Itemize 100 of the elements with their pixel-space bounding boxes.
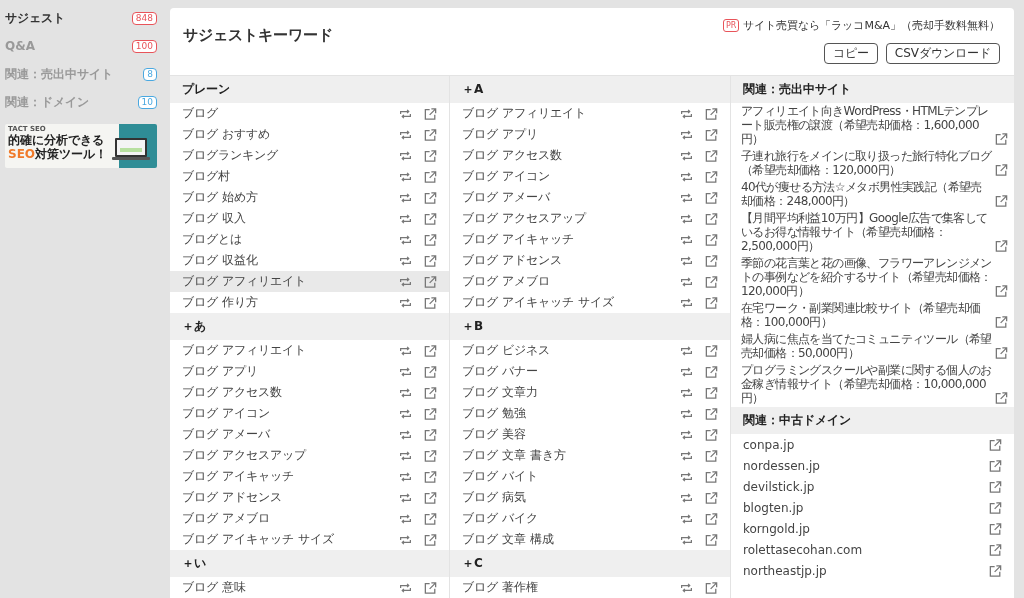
- external-link-icon[interactable]: [424, 275, 437, 288]
- site-listing[interactable]: 40代が痩せる方法☆メタボ男性実践記（希望売却価格：248,000円）: [741, 180, 993, 208]
- external-link-icon[interactable]: [424, 149, 437, 162]
- domain-link[interactable]: nordessen.jp: [743, 458, 977, 473]
- repeat-icon[interactable]: [399, 449, 412, 462]
- repeat-icon[interactable]: [399, 296, 412, 309]
- external-link-icon[interactable]: [705, 107, 718, 120]
- external-link-icon[interactable]: [705, 344, 718, 357]
- external-link-icon[interactable]: [424, 428, 437, 441]
- external-link-icon[interactable]: [705, 128, 718, 141]
- external-link-icon[interactable]: [705, 254, 718, 267]
- repeat-icon[interactable]: [680, 212, 693, 225]
- repeat-icon[interactable]: [399, 107, 412, 120]
- repeat-icon[interactable]: [680, 254, 693, 267]
- external-link-icon[interactable]: [424, 470, 437, 483]
- repeat-icon[interactable]: [680, 407, 693, 420]
- external-link-icon[interactable]: [705, 365, 718, 378]
- site-listing[interactable]: 婦人病に焦点を当てたコミュニティツール（希望売却価格：50,000円）: [741, 332, 993, 360]
- keyword-row[interactable]: ブログランキング: [170, 145, 449, 166]
- keyword-row[interactable]: ブログ 文章力: [450, 382, 730, 403]
- repeat-icon[interactable]: [680, 149, 693, 162]
- keyword-row[interactable]: ブログ バイト: [450, 466, 730, 487]
- external-link-icon[interactable]: [989, 459, 1002, 472]
- domain-link[interactable]: rolettasecohan.com: [743, 542, 977, 557]
- repeat-icon[interactable]: [680, 191, 693, 204]
- external-link-icon[interactable]: [424, 212, 437, 225]
- external-link-icon[interactable]: [995, 316, 1008, 328]
- external-link-icon[interactable]: [989, 564, 1002, 577]
- external-link-icon[interactable]: [705, 233, 718, 246]
- keyword-row[interactable]: ブログ アクセスアップ: [450, 208, 730, 229]
- keyword-row[interactable]: ブログ 文章 構成: [450, 529, 730, 550]
- keyword-row[interactable]: ブログとは: [170, 229, 449, 250]
- keyword-row[interactable]: ブログ アイキャッチ サイズ: [450, 292, 730, 313]
- keyword-row[interactable]: ブログ バイク: [450, 508, 730, 529]
- repeat-icon[interactable]: [680, 107, 693, 120]
- repeat-icon[interactable]: [399, 533, 412, 546]
- repeat-icon[interactable]: [399, 470, 412, 483]
- keyword-row[interactable]: ブログ アイキャッチ: [170, 466, 449, 487]
- keyword-row[interactable]: ブログ アメーバ: [170, 424, 449, 445]
- repeat-icon[interactable]: [399, 128, 412, 141]
- repeat-icon[interactable]: [680, 275, 693, 288]
- external-link-icon[interactable]: [995, 285, 1008, 297]
- keyword-row[interactable]: ブログ アイキャッチ: [450, 229, 730, 250]
- external-link-icon[interactable]: [705, 407, 718, 420]
- external-link-icon[interactable]: [705, 170, 718, 183]
- keyword-row[interactable]: ブログ アイキャッチ サイズ: [170, 529, 449, 550]
- external-link-icon[interactable]: [424, 191, 437, 204]
- domain-link[interactable]: northeastjp.jp: [743, 563, 977, 578]
- repeat-icon[interactable]: [680, 128, 693, 141]
- external-link-icon[interactable]: [424, 407, 437, 420]
- keyword-row[interactable]: ブログ 病気: [450, 487, 730, 508]
- external-link-icon[interactable]: [705, 470, 718, 483]
- repeat-icon[interactable]: [399, 581, 412, 594]
- repeat-icon[interactable]: [680, 170, 693, 183]
- keyword-row[interactable]: ブログ アクセスアップ: [170, 445, 449, 466]
- domain-link[interactable]: conpa.jp: [743, 437, 977, 452]
- site-listing[interactable]: 子連れ旅行をメインに取り扱った旅行特化ブログ（希望売却価格：120,000円）: [741, 149, 993, 177]
- keyword-row[interactable]: ブログ アドセンス: [170, 487, 449, 508]
- repeat-icon[interactable]: [680, 581, 693, 594]
- external-link-icon[interactable]: [995, 347, 1008, 359]
- repeat-icon[interactable]: [399, 170, 412, 183]
- keyword-row[interactable]: ブログ 著作権: [450, 577, 730, 598]
- repeat-icon[interactable]: [399, 149, 412, 162]
- repeat-icon[interactable]: [399, 233, 412, 246]
- sidebar-item[interactable]: サジェスト: [5, 9, 65, 27]
- external-link-icon[interactable]: [989, 501, 1002, 514]
- repeat-icon[interactable]: [680, 296, 693, 309]
- keyword-row[interactable]: ブログ バナー: [450, 361, 730, 382]
- keyword-row[interactable]: ブログ 美容: [450, 424, 730, 445]
- repeat-icon[interactable]: [399, 191, 412, 204]
- external-link-icon[interactable]: [995, 195, 1008, 207]
- keyword-row[interactable]: ブログ アメブロ: [170, 508, 449, 529]
- repeat-icon[interactable]: [399, 407, 412, 420]
- repeat-icon[interactable]: [399, 344, 412, 357]
- external-link-icon[interactable]: [705, 386, 718, 399]
- repeat-icon[interactable]: [399, 512, 412, 525]
- external-link-icon[interactable]: [705, 149, 718, 162]
- keyword-row[interactable]: ブログ 作り方: [170, 292, 449, 313]
- repeat-icon[interactable]: [680, 233, 693, 246]
- external-link-icon[interactable]: [424, 512, 437, 525]
- repeat-icon[interactable]: [680, 512, 693, 525]
- external-link-icon[interactable]: [424, 365, 437, 378]
- site-listing[interactable]: 【月間平均利益10万円】Google広告で集客しているお得な情報サイト（希望売却価格：2,500,000円）: [741, 211, 993, 253]
- repeat-icon[interactable]: [680, 470, 693, 483]
- repeat-icon[interactable]: [399, 254, 412, 267]
- external-link-icon[interactable]: [705, 428, 718, 441]
- repeat-icon[interactable]: [399, 491, 412, 504]
- repeat-icon[interactable]: [680, 449, 693, 462]
- external-link-icon[interactable]: [424, 386, 437, 399]
- domain-link[interactable]: devilstick.jp: [743, 479, 977, 494]
- external-link-icon[interactable]: [995, 240, 1008, 252]
- external-link-icon[interactable]: [424, 296, 437, 309]
- keyword-row[interactable]: ブログ アフィリエイト: [170, 271, 449, 292]
- keyword-row[interactable]: ブログ アプリ: [450, 124, 730, 145]
- external-link-icon[interactable]: [995, 133, 1008, 145]
- keyword-row[interactable]: ブログ アイコン: [170, 403, 449, 424]
- keyword-row[interactable]: ブログ 収入: [170, 208, 449, 229]
- external-link-icon[interactable]: [424, 533, 437, 546]
- external-link-icon[interactable]: [995, 392, 1008, 404]
- keyword-row[interactable]: ブログ アフィリエイト: [450, 103, 730, 124]
